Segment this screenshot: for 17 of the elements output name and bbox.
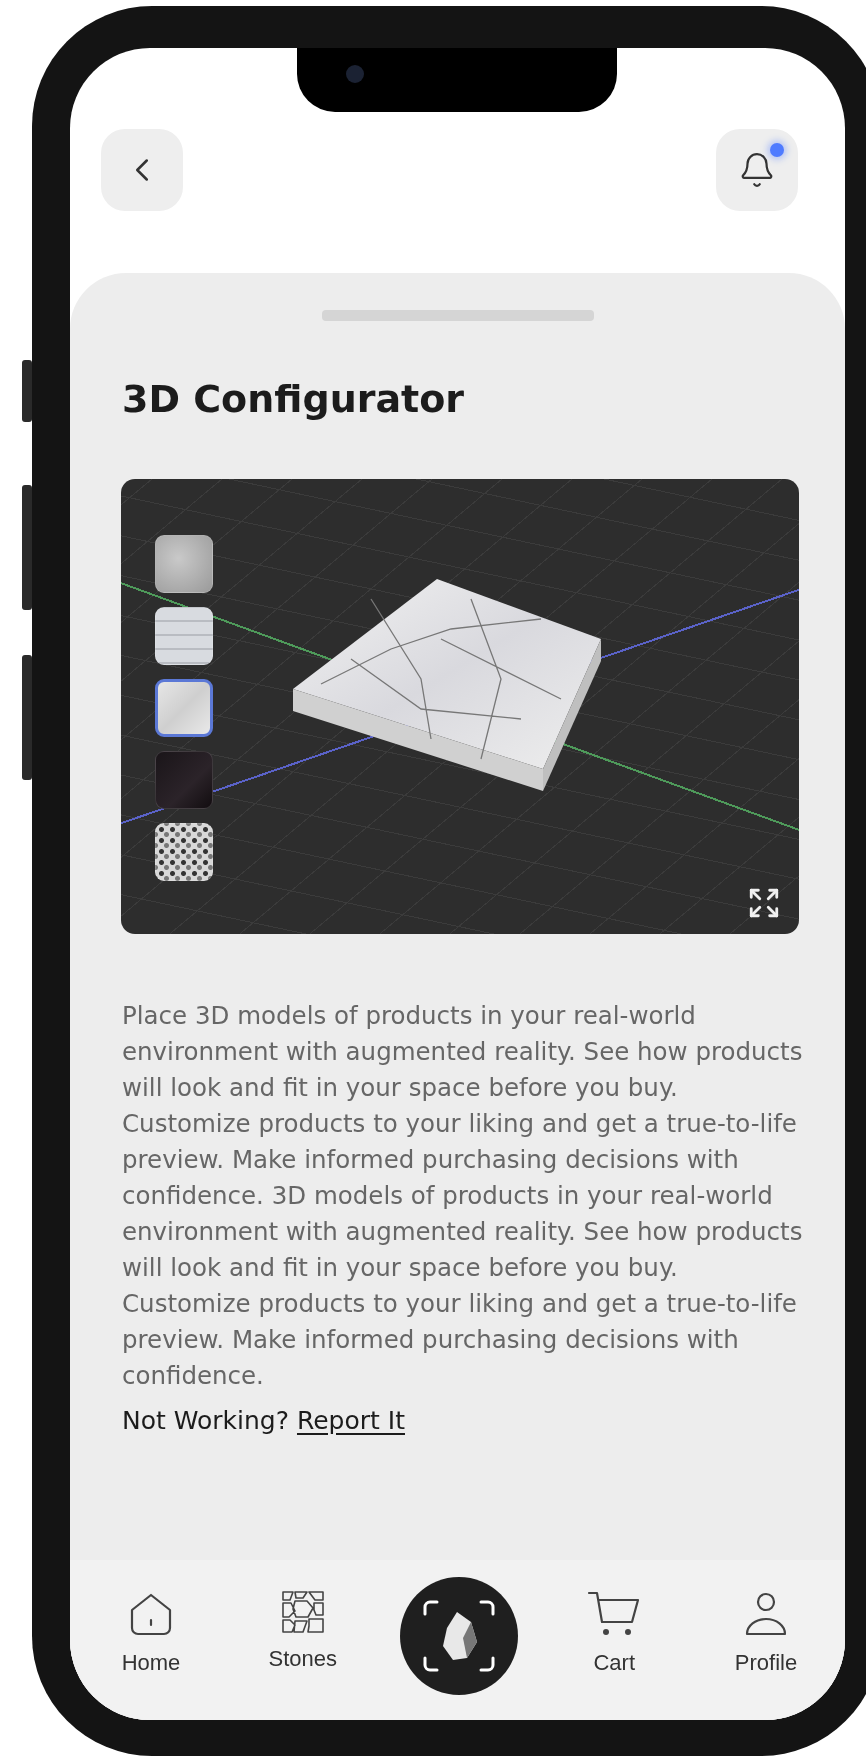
material-swatch[interactable] xyxy=(155,679,213,737)
drag-handle[interactable] xyxy=(321,310,594,321)
nav-tab[interactable]: Cart xyxy=(559,1590,670,1676)
nav-tab[interactable]: Profile xyxy=(711,1590,821,1676)
camera-lens xyxy=(346,65,364,83)
description-text: Place 3D models of products in your real-world environment with augmented reality. See how products will look and fit in your space before you buy. Customize products to your liking and get a true-to-life preview. Make informed purchasing decisions with confidence. 3D models of products in your real-world environment with augmented reality. See how products will look and fit in your space before you buy. Customize products to your liking and get a true-to-life preview. Make informed purchasing decisions with confidence. xyxy=(122,1000,804,1392)
fullscreen-icon xyxy=(747,886,781,920)
nav-tab[interactable]: Home xyxy=(96,1590,206,1676)
nav-tab[interactable]: Stones xyxy=(247,1590,358,1672)
report-question: Not Working? xyxy=(122,1406,289,1435)
notifications-button[interactable] xyxy=(716,129,798,211)
3d-viewer[interactable] xyxy=(121,479,799,934)
page-title: 3D Configurator xyxy=(122,377,466,421)
fullscreen-button[interactable] xyxy=(747,886,781,920)
stone-pattern-icon xyxy=(280,1590,325,1634)
cart-icon xyxy=(587,1590,642,1638)
report-link[interactable]: Report It xyxy=(297,1406,405,1435)
